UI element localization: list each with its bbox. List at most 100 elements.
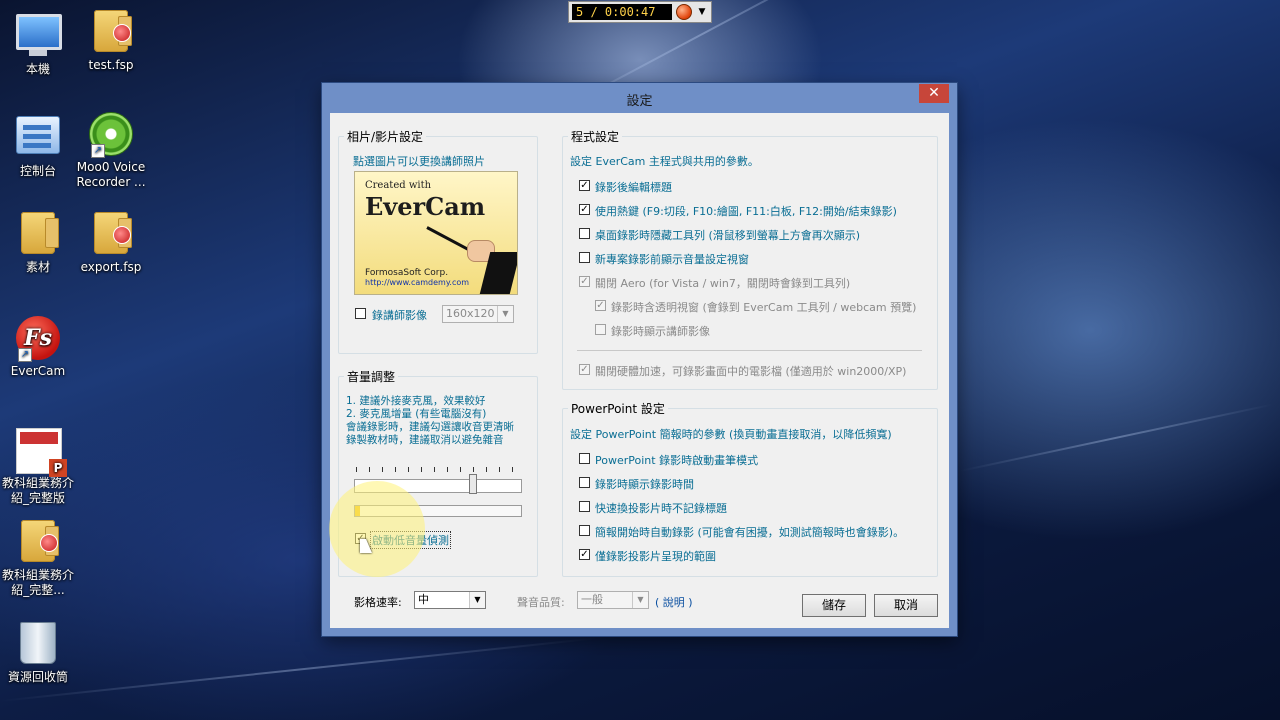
recording-timer: 5 / 0:00:47 (572, 4, 672, 20)
option-label-edit-title: 錄影後編輯標題 (595, 181, 672, 194)
logo-created-with: Created with (365, 180, 432, 191)
slider-tick (369, 467, 370, 472)
option-checkbox-transparent-window[interactable]: ✓ (595, 300, 606, 311)
slider-tick (408, 467, 409, 472)
desktop-icon-label: 教科組業務介紹_完整版 (1, 476, 74, 505)
slider-tick (356, 467, 357, 472)
desktop-icon-label: Moo0 Voice Recorder ... (76, 160, 146, 189)
slider-thumb[interactable] (468, 474, 477, 494)
record-cam-checkbox[interactable] (355, 308, 366, 319)
disc-icon: ↗ (89, 112, 133, 158)
shortcut-arrow-icon: ↗ (91, 144, 105, 158)
desktop-icon-label: 資源回收筒 (7, 670, 68, 684)
desktop-icon-evercam[interactable]: Fs ↗ EverCam (0, 316, 76, 379)
option-label-disable-hw-accel: 關閉硬體加速，可錄影畫面中的電影檔 (僅適用於 win2000/XP) (595, 365, 907, 378)
cam-resolution-select[interactable]: 160x120 ▼ (442, 305, 514, 323)
group-legend: 程式設定 (571, 130, 620, 144)
folder-file-icon (89, 212, 133, 256)
mic-gain-slider[interactable] (354, 474, 522, 494)
save-button[interactable]: 儲存 (802, 594, 866, 617)
slider-tick (434, 467, 435, 472)
dialog-client-area: 相片/影片設定 點選圖片可以更換講師照片 Created with EverCa… (329, 113, 949, 628)
ppt-checkbox-pen-mode[interactable] (579, 453, 590, 464)
ppt-checkbox-slide-area-only[interactable]: ✓ (579, 549, 590, 560)
recycle-bin-icon (16, 622, 60, 666)
desktop-icon-label: test.fsp (88, 58, 134, 72)
folder-file-icon (89, 10, 133, 54)
fps-value: 中 (418, 593, 429, 606)
desktop-icon-label: 本機 (25, 62, 50, 76)
ppt-checkbox-skip-title[interactable] (579, 501, 590, 512)
ppt-label-show-time: 錄影時顯示錄影時間 (595, 478, 694, 491)
option-checkbox-show-instructor[interactable] (595, 324, 606, 335)
fps-select[interactable]: 中 ▼ (414, 591, 486, 609)
desktop-icon-export-fsp[interactable]: export.fsp (73, 212, 149, 275)
chevron-down-icon: ▼ (497, 306, 513, 322)
audio-quality-select[interactable]: 一般 ▼ (577, 591, 649, 609)
desktop-icon-this-pc[interactable]: 本機 (0, 10, 76, 77)
control-panel-icon (16, 116, 60, 160)
desktop-icon-ppt-folder[interactable]: 教科組業務介紹_完整... (0, 520, 76, 598)
option-label-disable-aero: 關閉 Aero (for Vista / win7，關閉時會錄到工具列) (595, 277, 851, 290)
desktop-icon-test-fsp[interactable]: test.fsp (73, 10, 149, 73)
program-intro: 設定 EverCam 主程式與共用的參數。 (570, 155, 759, 168)
dialog-title: 設定 (626, 94, 653, 109)
ppt-label-slide-area-only: 僅錄影投影片呈現的範圍 (595, 550, 716, 563)
logo-brand: EverCam (365, 192, 486, 221)
volume-meter-fill (355, 506, 360, 516)
cam-resolution-value: 160x120 (446, 307, 495, 320)
chevron-down-icon[interactable]: ▼ (696, 4, 708, 20)
audio-quality-value: 一般 (581, 593, 603, 606)
record-button[interactable] (676, 4, 692, 20)
option-checkbox-hide-toolbar[interactable] (579, 228, 590, 239)
desktop-icon-label: 素材 (25, 260, 50, 274)
option-checkbox-disable-aero[interactable]: ✓ (579, 276, 590, 287)
record-cam-label: 錄講師影像 (372, 309, 427, 322)
slider-tick (499, 467, 500, 472)
option-label-show-instructor: 錄影時顯示講師影像 (611, 325, 710, 338)
low-volume-detect-label: 啟動低音量偵測 (370, 531, 451, 549)
desktop-icon-moo0-voice-recorder[interactable]: ↗ Moo0 Voice Recorder ... (73, 110, 149, 190)
recorder-toolbar: 5 / 0:00:47 ▼ (568, 1, 712, 23)
option-checkbox-show-volume[interactable] (579, 252, 590, 263)
instructor-photo[interactable]: Created with EverCam FormosaSoft Corp. h… (354, 171, 518, 295)
option-checkbox-disable-hw-accel[interactable]: ✓ (579, 364, 590, 375)
help-link[interactable]: ( 說明 ) (655, 594, 693, 610)
dialog-titlebar[interactable]: 設定 ✕ (322, 83, 957, 113)
desktop-icon-label: 控制台 (19, 164, 56, 178)
slider-tick (460, 467, 461, 472)
powerpoint-intro: 設定 PowerPoint 簡報時的參數 (換頁動畫直接取消，以降低頻寬) (570, 428, 892, 441)
computer-icon (16, 14, 62, 58)
cancel-button[interactable]: 取消 (874, 594, 938, 617)
ppt-label-skip-title: 快速換投影片時不記錄標題 (595, 502, 727, 515)
group-legend: 音量調整 (347, 370, 396, 384)
option-label-hide-toolbar: 桌面錄影時隱藏工具列 (滑鼠移到螢幕上方會再次顯示) (595, 229, 861, 242)
audio-quality-label: 聲音品質: (517, 596, 565, 609)
desktop-icon-material-folder[interactable]: 素材 (0, 212, 76, 275)
folder-icon (16, 212, 60, 256)
wallpaper-streak (0, 637, 597, 702)
desktop-icon-recycle-bin[interactable]: 資源回收筒 (0, 620, 76, 685)
ppt-checkbox-auto-record[interactable] (579, 525, 590, 536)
close-button[interactable]: ✕ (919, 84, 949, 103)
slider-tick (473, 467, 474, 472)
option-checkbox-hotkeys[interactable]: ✓ (579, 204, 590, 215)
logo-url: http://www.camdemy.com (365, 278, 470, 287)
chevron-down-icon: ▼ (632, 592, 648, 608)
folder-file-icon (16, 520, 60, 564)
volume-meter (354, 505, 522, 517)
option-checkbox-edit-title[interactable]: ✓ (579, 180, 590, 191)
slider-tick (395, 467, 396, 472)
desktop-icon-ppt-full[interactable]: P 教科組業務介紹_完整版 (0, 428, 76, 506)
powerpoint-file-icon: P (16, 428, 67, 477)
slider-ticks (356, 467, 518, 473)
volume-note: 錄製教材時，建議取消以避免雜音 (346, 434, 504, 446)
slider-tick (447, 467, 448, 472)
desktop-icon-control-panel[interactable]: 控制台 (0, 112, 76, 179)
ppt-label-auto-record: 簡報開始時自動錄影 (可能會有困擾，如測試簡報時也會錄影)。 (595, 526, 905, 539)
chevron-down-icon: ▼ (469, 592, 485, 608)
slider-tick (382, 467, 383, 472)
group-legend: 相片/影片設定 (347, 130, 424, 144)
group-legend: PowerPoint 設定 (571, 402, 665, 416)
ppt-checkbox-show-time[interactable] (579, 477, 590, 488)
